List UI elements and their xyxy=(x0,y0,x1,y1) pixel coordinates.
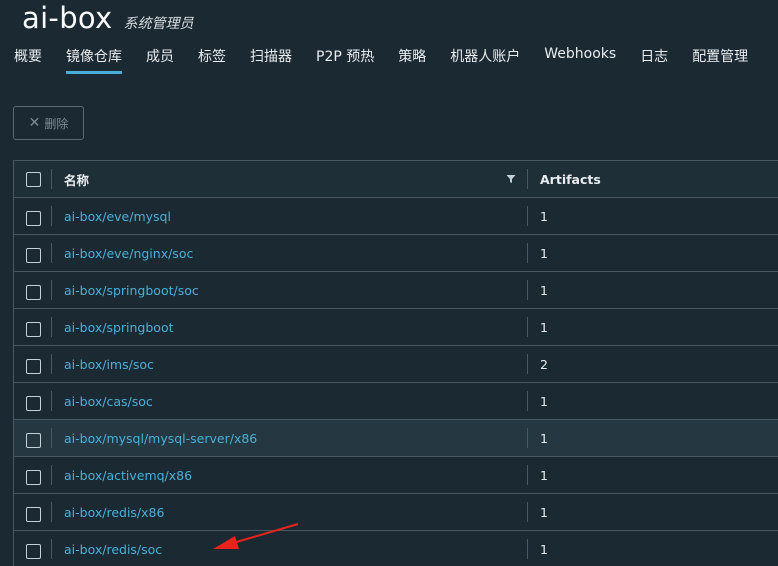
artifacts-count: 1 xyxy=(540,430,548,446)
role-label: 系统管理员 xyxy=(123,16,194,32)
red-arrow-annotation xyxy=(213,523,299,549)
table-row: ai-box/eve/mysql 1 xyxy=(14,198,778,235)
artifacts-count: 1 xyxy=(540,504,548,520)
artifacts-count: 2 xyxy=(540,356,548,372)
table-row: ai-box/eve/nginx/soc 1 xyxy=(14,235,778,272)
tab-repositories[interactable]: 镜像仓库 xyxy=(66,42,122,74)
tab-robot-accounts[interactable]: 机器人账户 xyxy=(450,42,520,74)
row-select-cell xyxy=(14,198,52,234)
project-header: ai-box 系统管理员 xyxy=(22,0,194,40)
tab-members[interactable]: 成员 xyxy=(146,42,174,74)
delete-button[interactable]: ✕ 删除 xyxy=(13,106,84,140)
artifacts-count: 1 xyxy=(540,208,548,224)
row-checkbox[interactable] xyxy=(25,321,41,337)
repository-name-cell: ai-box/springboot/soc xyxy=(52,272,528,308)
artifacts-count: 1 xyxy=(540,541,548,557)
table-row: ai-box/redis/x86 1 xyxy=(14,494,778,531)
row-select-cell xyxy=(14,420,52,456)
repository-link[interactable]: ai-box/mysql/mysql-server/x86 xyxy=(64,431,257,446)
row-select-cell xyxy=(14,494,52,530)
project-tabs: 概要 镜像仓库 成员 标签 扫描器 P2P 预热 策略 机器人账户 Webhoo… xyxy=(0,42,778,74)
repository-name-cell: ai-box/eve/mysql xyxy=(52,198,528,234)
row-select-cell xyxy=(14,383,52,419)
table-row: ai-box/springboot 1 xyxy=(14,309,778,346)
tab-p2p-preheat[interactable]: P2P 预热 xyxy=(316,42,374,74)
select-all-checkbox[interactable] xyxy=(25,171,41,187)
project-title: ai-box xyxy=(22,1,113,35)
table-row: ai-box/activemq/x86 1 xyxy=(14,457,778,494)
repository-link[interactable]: ai-box/ims/soc xyxy=(64,357,154,372)
repository-table: 名称 Artifacts ai-box/eve/mysql 1 ai-box/e… xyxy=(13,160,778,566)
table-row: ai-box/springboot/soc 1 xyxy=(14,272,778,309)
repository-link[interactable]: ai-box/eve/nginx/soc xyxy=(64,246,193,261)
row-checkbox[interactable] xyxy=(25,395,41,411)
tab-scanner[interactable]: 扫描器 xyxy=(250,42,292,74)
repository-name-cell: ai-box/mysql/mysql-server/x86 xyxy=(52,420,528,456)
table-row: ai-box/ims/soc 2 xyxy=(14,346,778,383)
column-header-artifacts[interactable]: Artifacts xyxy=(528,161,601,197)
row-checkbox[interactable] xyxy=(25,543,41,559)
select-all-cell xyxy=(14,161,52,197)
row-select-cell xyxy=(14,235,52,271)
close-icon: ✕ xyxy=(28,115,41,131)
repository-name-cell: ai-box/eve/nginx/soc xyxy=(52,235,528,271)
row-select-cell xyxy=(14,309,52,345)
column-header-name[interactable]: 名称 xyxy=(52,161,528,197)
harbor-project-page: ai-box 系统管理员 概要 镜像仓库 成员 标签 扫描器 P2P 预热 策略… xyxy=(0,0,778,566)
row-checkbox[interactable] xyxy=(25,506,41,522)
row-checkbox[interactable] xyxy=(25,247,41,263)
tab-configuration[interactable]: 配置管理 xyxy=(692,42,748,74)
repository-link[interactable]: ai-box/eve/mysql xyxy=(64,209,171,224)
table-row: ai-box/mysql/mysql-server/x86 1 xyxy=(14,420,778,457)
table-row: ai-box/redis/soc 1 xyxy=(14,531,778,566)
row-select-cell xyxy=(14,457,52,493)
repository-link[interactable]: ai-box/activemq/x86 xyxy=(64,468,192,483)
row-select-cell xyxy=(14,272,52,308)
repository-name-cell: ai-box/activemq/x86 xyxy=(52,457,528,493)
tab-logs[interactable]: 日志 xyxy=(640,42,668,74)
row-checkbox[interactable] xyxy=(25,284,41,300)
repository-link[interactable]: ai-box/redis/soc xyxy=(64,542,162,557)
repository-name-cell: ai-box/cas/soc xyxy=(52,383,528,419)
repository-link[interactable]: ai-box/springboot xyxy=(64,320,174,335)
repository-link[interactable]: ai-box/cas/soc xyxy=(64,394,153,409)
filter-icon[interactable] xyxy=(506,174,516,184)
row-select-cell xyxy=(14,346,52,382)
artifacts-count: 1 xyxy=(540,282,548,298)
tab-summary[interactable]: 概要 xyxy=(14,42,42,74)
artifacts-count: 1 xyxy=(540,319,548,335)
row-checkbox[interactable] xyxy=(25,358,41,374)
row-checkbox[interactable] xyxy=(25,469,41,485)
repository-link[interactable]: ai-box/springboot/soc xyxy=(64,283,199,298)
repository-name-cell: ai-box/springboot xyxy=(52,309,528,345)
artifacts-count: 1 xyxy=(540,245,548,261)
repository-link[interactable]: ai-box/redis/x86 xyxy=(64,505,164,520)
delete-button-label: 删除 xyxy=(44,116,69,131)
artifacts-count: 1 xyxy=(540,393,548,409)
column-header-name-label: 名称 xyxy=(64,172,90,188)
row-checkbox[interactable] xyxy=(25,210,41,226)
tab-webhooks[interactable]: Webhooks xyxy=(544,42,616,70)
repository-name-cell: ai-box/ims/soc xyxy=(52,346,528,382)
table-row: ai-box/cas/soc 1 xyxy=(14,383,778,420)
row-checkbox[interactable] xyxy=(25,432,41,448)
tab-policy[interactable]: 策略 xyxy=(398,42,426,74)
row-select-cell xyxy=(14,531,52,566)
tab-labels[interactable]: 标签 xyxy=(198,42,226,74)
artifacts-count: 1 xyxy=(540,467,548,483)
table-header-row: 名称 Artifacts xyxy=(14,161,778,198)
